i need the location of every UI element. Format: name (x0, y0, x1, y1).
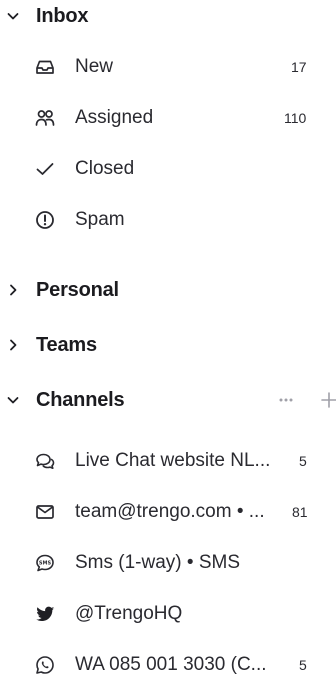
sidebar-item-closed[interactable]: Closed (0, 152, 336, 186)
sidebar-item-new[interactable]: New 17 (0, 50, 336, 84)
sidebar-item-team-email[interactable]: team@trengo.com • ... 81 (0, 495, 336, 529)
sidebar-item-sms[interactable]: SMS Sms (1-way) • SMS (0, 546, 336, 580)
users-icon (34, 107, 56, 129)
channels-actions (276, 390, 336, 410)
section-title-personal: Personal (36, 278, 119, 301)
add-channel-icon[interactable] (320, 390, 336, 410)
inbox-tray-icon (34, 56, 56, 78)
item-count: 110 (284, 110, 307, 126)
chevron-down-icon (6, 393, 20, 407)
chevron-down-icon (6, 9, 20, 23)
section-title-teams: Teams (36, 333, 97, 356)
item-count: 5 (299, 657, 307, 673)
sidebar-item-twitter[interactable]: @TrengoHQ (0, 597, 336, 631)
mail-icon (34, 501, 56, 523)
sidebar-item-spam[interactable]: Spam (0, 203, 336, 237)
section-teams-header[interactable]: Teams (0, 329, 336, 361)
item-count: 17 (291, 59, 307, 75)
alert-circle-icon (34, 209, 56, 231)
item-count: 5 (299, 453, 307, 469)
sidebar-item-label: Spam (75, 209, 125, 230)
whatsapp-icon (34, 654, 56, 676)
section-title-inbox: Inbox (36, 4, 89, 27)
sidebar-item-label: WA 085 001 3030 (C... (75, 654, 267, 675)
sidebar-item-label: Closed (75, 158, 135, 179)
item-count: 81 (292, 504, 308, 520)
section-personal-header[interactable]: Personal (0, 274, 336, 306)
sidebar-item-label: @TrengoHQ (75, 603, 183, 624)
sidebar-item-label: team@trengo.com • ... (75, 501, 265, 522)
chevron-right-icon (6, 338, 20, 352)
chevron-right-icon (6, 283, 20, 297)
twitter-icon (34, 603, 56, 625)
sidebar-item-label: Live Chat website NL... (75, 450, 271, 471)
sidebar-item-label: New (75, 56, 114, 77)
sidebar-item-label: Sms (1-way) • SMS (75, 552, 240, 573)
sidebar-item-whatsapp[interactable]: WA 085 001 3030 (C... 5 (0, 648, 336, 682)
section-channels-header[interactable]: Channels (0, 384, 336, 416)
svg-text:SMS: SMS (39, 560, 52, 566)
section-inbox-header[interactable]: Inbox (0, 0, 336, 32)
sidebar-item-label: Assigned (75, 107, 154, 128)
check-icon (34, 158, 56, 180)
section-title-channels: Channels (36, 388, 125, 411)
chat-bubbles-icon (34, 450, 56, 472)
sidebar-item-assigned[interactable]: Assigned 110 (0, 101, 336, 135)
more-options-icon[interactable] (276, 390, 296, 410)
sidebar-item-live-chat[interactable]: Live Chat website NL... 5 (0, 444, 336, 478)
sms-bubble-icon: SMS (34, 552, 56, 574)
